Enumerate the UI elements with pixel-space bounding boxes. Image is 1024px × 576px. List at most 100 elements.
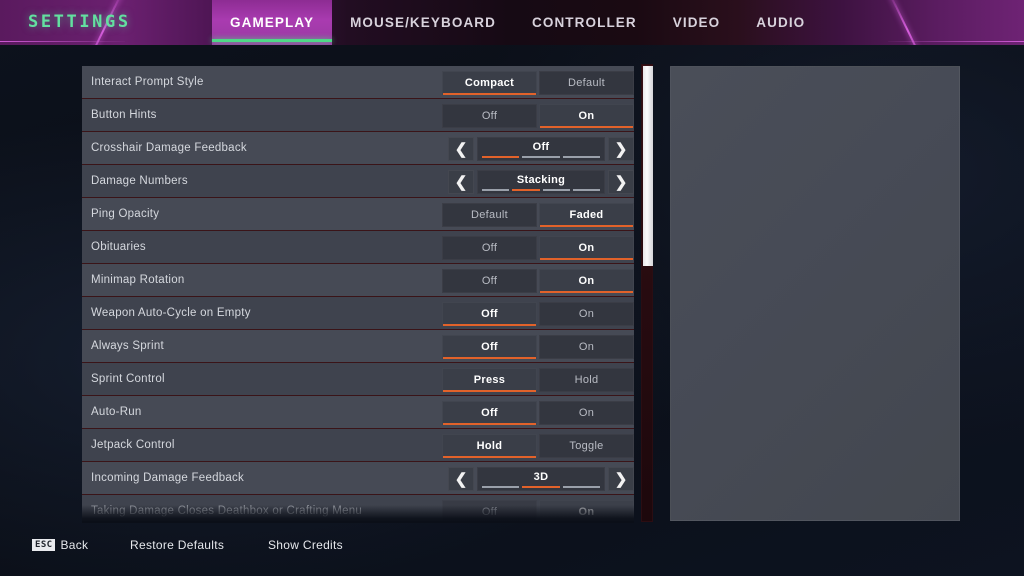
option-button-on[interactable]: On [539, 499, 634, 521]
tab-gameplay[interactable]: GAMEPLAY [212, 0, 333, 45]
setting-row-minimap-rotation: Minimap Rotation Off On [82, 264, 634, 297]
settings-list: Interact Prompt Style Compact Default Butto… [82, 66, 634, 521]
chevron-right-icon[interactable]: ❯ [608, 169, 634, 194]
setting-row-auto-run: Auto-Run Off On [82, 396, 634, 429]
settings-scrollbar-thumb[interactable] [643, 66, 653, 266]
option-button-hold[interactable]: Hold [539, 367, 634, 392]
option-label: Off [481, 241, 498, 254]
chevron-left-icon[interactable]: ❮ [448, 169, 474, 194]
option-label: Default [568, 76, 605, 89]
option-button-on[interactable]: On [539, 334, 634, 359]
option-button-press[interactable]: Press [442, 367, 537, 392]
option-button-off[interactable]: Off [442, 103, 537, 128]
setting-row-sprint-control: Sprint Control Press Hold [82, 363, 634, 396]
chevron-right-icon[interactable]: ❯ [608, 136, 634, 161]
option-label: On [578, 274, 595, 287]
option-button-on[interactable]: On [539, 103, 634, 128]
chevron-left-icon[interactable]: ❮ [448, 136, 474, 161]
option-label: Press [473, 373, 506, 386]
tab-label: CONTROLLER [532, 15, 637, 30]
back-button[interactable]: ESC Back [32, 538, 88, 552]
setting-control: ❮ Stacking ❯ [448, 165, 634, 198]
option-button-off[interactable]: Off [442, 235, 537, 260]
header-underline-left [0, 40, 125, 42]
stepper-segment [482, 155, 520, 158]
tab-mouse-keyboard[interactable]: MOUSE/KEYBOARD [332, 0, 514, 45]
tab-label: VIDEO [672, 15, 721, 30]
stepper-segment [572, 188, 600, 191]
tab-audio[interactable]: AUDIO [738, 0, 823, 45]
option-label: Off [481, 505, 498, 518]
setting-label: Jetpack Control [91, 439, 175, 451]
stepper-value-box[interactable]: Stacking [477, 169, 605, 194]
option-button-off[interactable]: Off [442, 268, 537, 293]
option-button-default[interactable]: Default [539, 70, 634, 95]
setting-control: Hold Toggle [440, 429, 634, 462]
option-button-toggle[interactable]: Toggle [539, 433, 634, 458]
setting-label: Auto-Run [91, 406, 142, 418]
setting-row-damage-numbers: Damage Numbers ❮ Stacking ❯ [82, 165, 634, 198]
page-title: SETTINGS [28, 12, 131, 32]
setting-preview-panel [670, 66, 960, 521]
header-diagonal-accent-right [885, 0, 927, 45]
setting-control: Off On [440, 231, 634, 264]
option-button-off[interactable]: Off [442, 499, 537, 521]
stepper-segment-indicator [482, 155, 600, 158]
chevron-left-icon[interactable]: ❮ [448, 466, 474, 491]
back-button-label: Back [60, 538, 89, 552]
setting-control: Off On [440, 330, 634, 363]
stepper-segment-indicator [482, 485, 600, 488]
stepper-value-box[interactable]: 3D [477, 466, 605, 491]
stepper-segment [512, 188, 540, 191]
tab-label: AUDIO [756, 15, 806, 30]
stepper-segment-indicator [482, 188, 600, 191]
setting-row-weapon-auto-cycle-on-empty: Weapon Auto-Cycle on Empty Off On [82, 297, 634, 330]
option-button-on[interactable]: On [539, 301, 634, 326]
setting-control: Off On [440, 264, 634, 297]
stepper-segment [482, 188, 510, 191]
option-label: Default [471, 208, 508, 221]
option-button-off[interactable]: Off [442, 400, 537, 425]
restore-defaults-label: Restore Defaults [130, 538, 225, 552]
option-button-hold[interactable]: Hold [442, 433, 537, 458]
setting-label: Incoming Damage Feedback [91, 472, 245, 484]
option-label: On [578, 406, 595, 419]
setting-label: Damage Numbers [91, 175, 188, 187]
option-button-on[interactable]: On [539, 268, 634, 293]
stepper-value-box[interactable]: Off [477, 136, 605, 161]
stepper-segment [562, 485, 600, 488]
tab-controller[interactable]: CONTROLLER [514, 0, 655, 45]
esc-key-icon: ESC [32, 539, 56, 551]
stepper-segment [522, 155, 560, 158]
option-button-on[interactable]: On [539, 235, 634, 260]
show-credits-button[interactable]: Show Credits [268, 538, 343, 552]
option-button-off[interactable]: Off [442, 301, 537, 326]
chevron-right-icon[interactable]: ❯ [608, 466, 634, 491]
header-underline-right [888, 40, 1024, 42]
option-button-off[interactable]: Off [442, 334, 537, 359]
option-label: Hold [476, 439, 503, 452]
setting-label: Interact Prompt Style [91, 76, 204, 88]
settings-scrollbar-track[interactable] [641, 64, 653, 522]
option-label: Toggle [569, 439, 604, 452]
option-button-compact[interactable]: Compact [442, 70, 537, 95]
option-label: On [578, 505, 595, 518]
setting-label: Ping Opacity [91, 208, 160, 220]
setting-label: Taking Damage Closes Deathbox or Craftin… [91, 505, 363, 517]
option-label: On [578, 307, 595, 320]
option-label: Faded [569, 208, 604, 221]
option-label: Off [481, 340, 498, 353]
footer-bar: ESC Back Restore Defaults Show Credits [0, 522, 1024, 576]
setting-label: Weapon Auto-Cycle on Empty [91, 307, 251, 319]
setting-label: Crosshair Damage Feedback [91, 142, 247, 154]
option-button-faded[interactable]: Faded [539, 202, 634, 227]
setting-row-taking-damage-closes-deathbox-or-crafting-menu: Taking Damage Closes Deathbox or Craftin… [82, 495, 634, 521]
option-button-on[interactable]: On [539, 400, 634, 425]
setting-control: Off On [440, 297, 634, 330]
restore-defaults-button[interactable]: Restore Defaults [130, 538, 224, 552]
option-button-default[interactable]: Default [442, 202, 537, 227]
settings-header-bar: SETTINGS GAMEPLAY MOUSE/KEYBOARD CONTROLLE… [0, 0, 1024, 45]
setting-control: Default Faded [440, 198, 634, 231]
tab-video[interactable]: VIDEO [655, 0, 739, 45]
show-credits-label: Show Credits [268, 538, 343, 552]
